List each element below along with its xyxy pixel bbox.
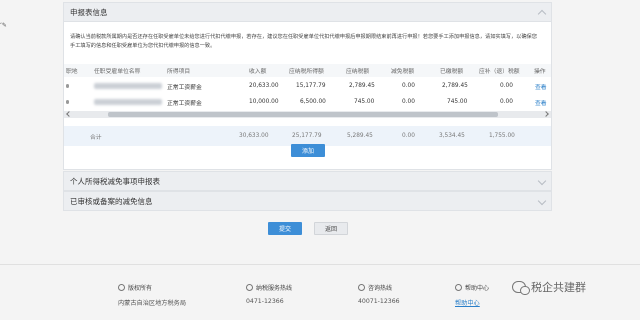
employer-name-redacted (94, 83, 162, 89)
collapse-icon[interactable] (537, 9, 547, 19)
total-taxable: 25,177.79 (292, 133, 322, 139)
cell-relief: 0.00 (402, 83, 415, 89)
col-header: 收入额 (249, 69, 267, 75)
col-header: 减免税额 (391, 69, 415, 75)
footer-hotline-title: 纳税服务热线 (256, 285, 293, 292)
view-link[interactable]: 查看 (535, 82, 547, 91)
row-marker (66, 100, 69, 104)
cell-due: 0.00 (500, 99, 513, 105)
approved-section-title: 已审核或备案的减免信息 (70, 196, 153, 206)
deduction-section-header[interactable]: 个人所得税减免事项申报表 (63, 171, 552, 191)
cell-income: 20,633.00 (249, 83, 279, 89)
footer-help-title: 帮助中心 (465, 285, 490, 292)
scroll-right-icon[interactable] (543, 111, 549, 117)
cell-paid: 745.00 (447, 99, 468, 105)
scroll-left-icon[interactable] (66, 111, 72, 117)
total-label: 合计 (90, 134, 102, 141)
total-relief: 0.00 (402, 133, 415, 139)
row-marker (66, 84, 69, 88)
notice-text: 请确认当前税款所属期内是否还存在任职受雇单位未给您进行代扣代缴申报，若存在，建议… (70, 34, 537, 49)
chat-icon (512, 281, 530, 295)
phone-icon (358, 284, 365, 291)
footer-divider (0, 264, 640, 265)
footer-copyright: 版权所有 内蒙古自治区地方税务局 (118, 283, 186, 307)
total-paid: 3,534.45 (439, 133, 465, 139)
footer-hotline: 纳税服务热线 0471-12366 (246, 283, 292, 305)
horizontal-scrollbar[interactable] (64, 111, 551, 118)
back-button[interactable]: 返回 (314, 222, 348, 235)
scrollbar-thumb[interactable] (108, 112, 498, 117)
total-tax: 5,289.45 (347, 133, 373, 139)
footer-consult-value: 40071-12366 (358, 298, 400, 305)
deduction-section-title: 个人所得税减免事项申报表 (70, 176, 160, 186)
copyright-icon (118, 284, 125, 291)
cell-due: 0.00 (500, 83, 513, 89)
col-header: 应纳税所得额 (289, 69, 324, 75)
table-header: 职地 任职受雇单位名称 所得项目 收入额 应纳税所得额 应纳税额 减免税额 已缴… (64, 64, 551, 77)
footer-hotline-value: 0471-12366 (246, 298, 284, 305)
total-income: 30,633.00 (239, 133, 269, 139)
pencil-icon[interactable]: ✎ (2, 22, 7, 29)
cell-relief: 0.00 (402, 99, 415, 105)
employer-name-redacted (94, 99, 162, 105)
footer-consult: 咨询热线 40071-12366 (358, 283, 400, 305)
col-header: 应纳税额 (346, 69, 370, 75)
col-header: 操作 (534, 69, 546, 75)
footer-consult-title: 咨询热线 (368, 285, 393, 292)
total-due: 1,755.00 (489, 133, 515, 139)
expand-icon[interactable] (537, 196, 547, 206)
declare-section-header[interactable]: 申报表信息 (63, 2, 552, 22)
table-row: 正常工资薪金 10,000.00 6,500.00 745.00 0.00 74… (64, 95, 551, 109)
declare-section-body: 请确认当前税款所属期内是否还存在任职受雇单位未给您进行代扣代缴申报，若存在，建议… (63, 22, 552, 170)
footer-copyright-value: 内蒙古自治区地方税务局 (118, 300, 187, 307)
phone-icon (246, 284, 253, 291)
table-row: 正常工资薪金 20,633.00 15,177.79 2,789.45 0.00… (64, 79, 551, 93)
col-header: 任职受雇单位名称 (94, 69, 141, 75)
help-center-link[interactable]: 帮助中心 (455, 298, 489, 307)
left-edge-fragment: ‘✎ (0, 22, 7, 29)
declare-section-title: 申报表信息 (70, 7, 108, 17)
total-row: 合计 30,633.00 25,177.79 5,289.45 0.00 3,5… (64, 126, 551, 146)
footer-help: 帮助中心 帮助中心 (455, 283, 489, 307)
cell-taxable: 15,177.79 (296, 83, 326, 89)
help-icon (455, 284, 462, 291)
watermark: 税企共建群 (512, 279, 586, 295)
expand-icon[interactable] (537, 176, 547, 186)
cell-paid: 2,789.45 (442, 83, 468, 89)
col-header: 已缴税额 (440, 69, 464, 75)
footer-copyright-title: 版权所有 (128, 285, 153, 292)
cell-item: 正常工资薪金 (167, 84, 202, 91)
cell-tax: 745.00 (354, 99, 375, 105)
cell-tax: 2,789.45 (349, 83, 375, 89)
cell-income: 10,000.00 (249, 99, 279, 105)
col-header: 所得项目 (167, 69, 191, 75)
approved-section-header[interactable]: 已审核或备案的减免信息 (63, 191, 552, 211)
col-header: 应补（退）税额 (479, 69, 520, 75)
col-header: 职地 (66, 69, 78, 75)
cell-item: 正常工资薪金 (167, 100, 202, 107)
watermark-text: 税企共建群 (531, 281, 586, 294)
add-button[interactable]: 添加 (291, 144, 325, 157)
submit-button[interactable]: 提交 (268, 222, 302, 235)
cell-taxable: 6,500.00 (300, 99, 326, 105)
view-link[interactable]: 查看 (535, 98, 547, 107)
